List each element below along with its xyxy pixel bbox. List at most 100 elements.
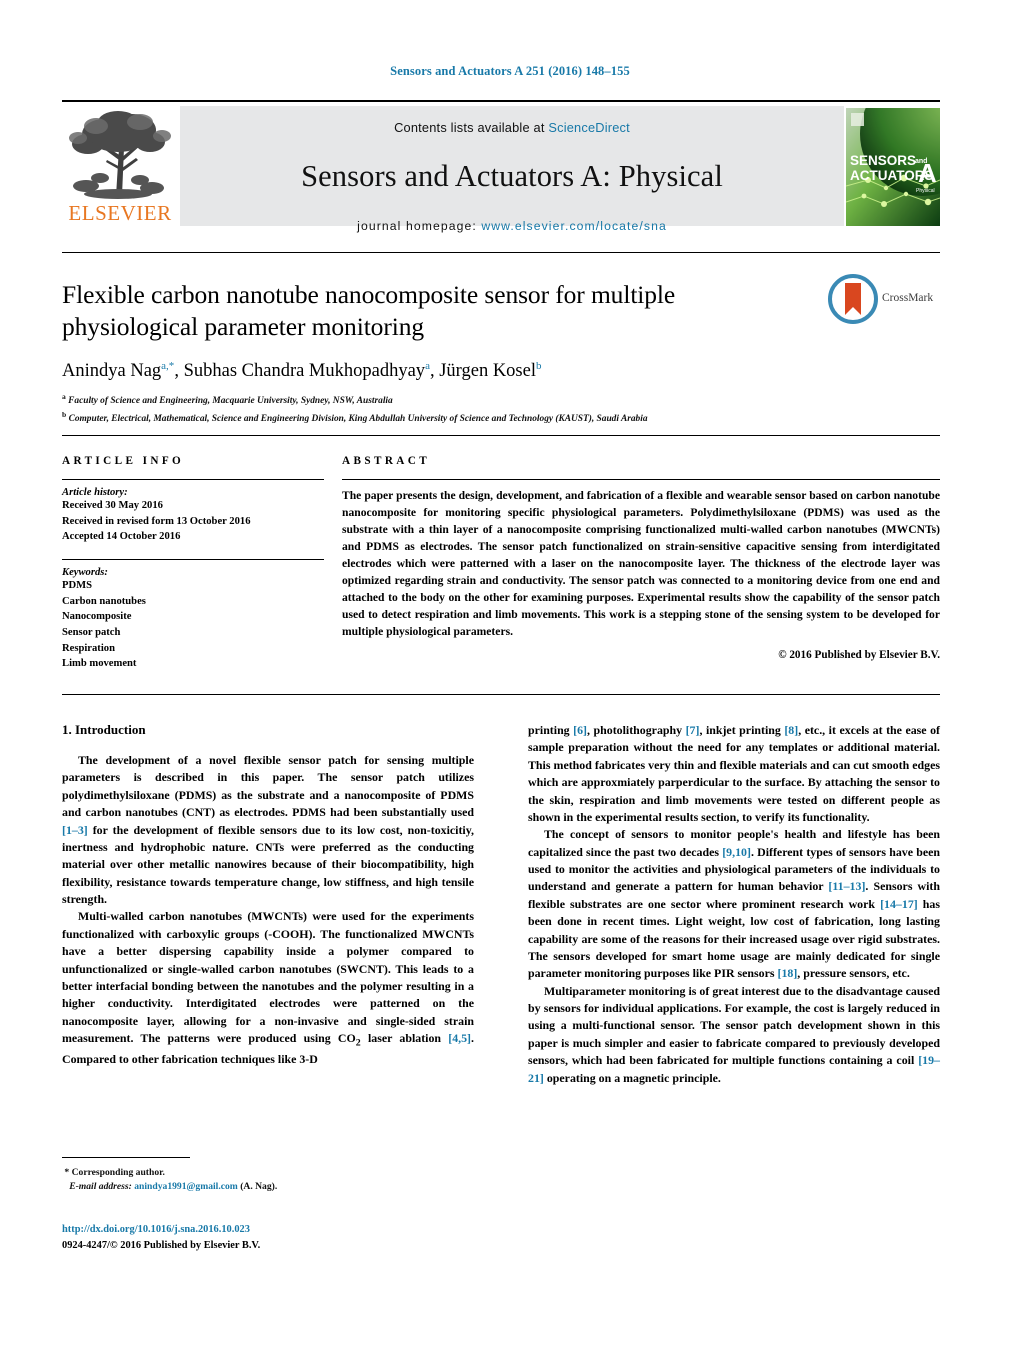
text-run: laser ablation [360, 1031, 449, 1045]
body-column-left: 1. Introduction The development of a nov… [62, 722, 474, 1087]
info-abstract-block: ARTICLE INFO Article history: Received 3… [62, 435, 940, 672]
text-run: Multi-walled carbon nanotubes (MWCNTs) w… [62, 909, 474, 1045]
affiliation-mark: a [62, 392, 66, 402]
history-item: Received in revised form 13 October 2016 [62, 515, 251, 527]
author-item: Subhas Chandra Mukhopadhyaya [183, 360, 430, 382]
citation-link[interactable]: [8] [784, 723, 798, 737]
elsevier-wordmark: ELSEVIER [68, 201, 172, 225]
text-run: , pressure sensors, etc. [797, 966, 910, 981]
citation-link[interactable]: [7] [686, 723, 700, 737]
body-column-right: printing [6], photolithography [7], inkj… [528, 722, 940, 1087]
issn-copyright-line: 0924-4247/© 2016 Published by Elsevier B… [62, 1239, 261, 1251]
cover-letter: A [918, 158, 937, 188]
citation-link[interactable]: [11–13] [828, 879, 865, 893]
elsevier-tree-icon [69, 111, 171, 199]
body-columns: 1. Introduction The development of a nov… [62, 722, 940, 1087]
footnote-rule [62, 1157, 190, 1158]
crossmark-icon [828, 274, 878, 324]
abstract-column: ABSTRACT The paper presents the design, … [342, 455, 940, 672]
keyword-item: Sensor patch [62, 627, 121, 639]
affiliation-text: Computer, Electrical, Mathematical, Scie… [68, 414, 648, 425]
paragraph: The concept of sensors to monitor people… [528, 826, 940, 982]
email-suffix: (A. Nag). [240, 1181, 278, 1193]
crossmark-label: CrossMark [882, 292, 934, 304]
title-block: CrossMark Flexible carbon nanotube nanoc… [62, 252, 940, 427]
journal-cover-cell: SENSORS and ACTUATORS A Physical [844, 106, 940, 226]
sciencedirect-link[interactable]: ScienceDirect [548, 120, 630, 135]
journal-cover-art: SENSORS and ACTUATORS A Physical [846, 108, 940, 226]
citation-link[interactable]: [18] [777, 966, 797, 980]
homepage-url-link[interactable]: www.elsevier.com/locate/sna [481, 219, 667, 233]
corresponding-author-line: * Corresponding author. [62, 1166, 474, 1180]
paragraph: printing [6], photolithography [7], inkj… [528, 722, 940, 826]
keyword-item: PDMS [62, 580, 93, 592]
journal-title: Sensors and Actuators A: Physical [301, 159, 723, 193]
page-title: Flexible carbon nanotube nanocomposite s… [62, 280, 676, 342]
cover-sub: Physical [916, 188, 935, 194]
footnote-block: * Corresponding author. E-mail address: … [62, 1157, 474, 1195]
author-sep: , [429, 361, 440, 382]
author-item: Jürgen Koselb [439, 360, 542, 381]
running-head: Sensors and Actuators A 251 (2016) 148–1… [390, 64, 630, 78]
email-link[interactable]: anindya1991@gmail.com [134, 1181, 238, 1192]
history-title: Article history: [62, 487, 128, 498]
contents-line: Contents lists available at ScienceDirec… [394, 120, 630, 135]
doi-block: http://dx.doi.org/10.1016/j.sna.2016.10.… [62, 1222, 482, 1253]
affiliation-text: Faculty of Science and Engineering, Macq… [68, 396, 393, 407]
section-title-introduction: 1. Introduction [62, 722, 474, 738]
text-run: Multiparameter monitoring is of great in… [528, 983, 940, 1068]
abstract-rule [342, 479, 940, 480]
article-info-heading: ARTICLE INFO [62, 455, 185, 467]
affiliation-mark: b [62, 410, 67, 420]
citation-link[interactable]: [4,5] [448, 1031, 471, 1045]
corresponding-label: Corresponding author. [71, 1167, 165, 1178]
article-page: Sensors and Actuators A 251 (2016) 148–1… [0, 0, 1020, 1351]
contents-prefix: Contents lists available at [394, 120, 549, 135]
history-item: Received 30 May 2016 [62, 500, 163, 511]
elsevier-logo: ELSEVIER [62, 106, 180, 226]
column-gap [324, 455, 342, 672]
text-run: operating on a magnetic principle. [543, 1070, 721, 1085]
email-line: E-mail address: anindya1991@gmail.com (A… [62, 1180, 474, 1194]
doi-link[interactable]: http://dx.doi.org/10.1016/j.sna.2016.10.… [62, 1222, 482, 1238]
keyword-item: Respiration [62, 642, 115, 654]
citation-link[interactable]: [14–17] [880, 897, 918, 911]
keyword-item: Nanocomposite [62, 611, 132, 623]
abstract-copyright: © 2016 Published by Elsevier B.V. [778, 649, 940, 662]
citation-link[interactable]: [9,10] [722, 845, 751, 859]
text-run: , etc., it excels at the ease of sample … [528, 723, 940, 824]
author-name: Subhas Chandra Mukhopadhyay [183, 361, 426, 382]
author-item: Anindya Naga,* [62, 360, 175, 382]
body-rule [62, 694, 940, 695]
citation-link[interactable]: [1–3] [62, 823, 88, 837]
affiliation-item: a Faculty of Science and Engineering, Ma… [62, 391, 940, 409]
author-sep: , [174, 361, 184, 382]
text-run: for the development of flexible sensors … [62, 822, 474, 907]
cover-line1: SENSORS [850, 153, 916, 168]
author-marks: b [535, 360, 542, 373]
article-info-column: ARTICLE INFO Article history: Received 3… [62, 455, 324, 672]
body-gutter [474, 722, 528, 1087]
text-run: printing [528, 723, 574, 737]
homepage-prefix: journal homepage: [357, 219, 482, 233]
banner-center: Contents lists available at ScienceDirec… [180, 106, 844, 233]
info-rule [62, 479, 324, 480]
author-name: Anindya Nag [62, 361, 162, 382]
affiliation-item: b Computer, Electrical, Mathematical, Sc… [62, 409, 940, 427]
keywords-block: Keywords: PDMS Carbon nanotubes Nanocomp… [62, 559, 324, 672]
text-run: , inkjet printing [699, 723, 785, 737]
keyword-item: Carbon nanotubes [62, 595, 146, 607]
author-marks: a,* [161, 360, 175, 373]
crossmark-badge[interactable]: CrossMark [828, 274, 940, 328]
keyword-item: Limb movement [62, 658, 137, 670]
citation-link[interactable]: [6] [573, 723, 587, 737]
paragraph: Multi-walled carbon nanotubes (MWCNTs) w… [62, 908, 474, 1068]
affiliation-list: a Faculty of Science and Engineering, Ma… [62, 391, 940, 427]
abstract-heading: ABSTRACT [342, 455, 431, 467]
keywords-rule [62, 559, 324, 561]
text-run: , photolithography [587, 723, 686, 737]
title-rule [62, 252, 940, 253]
paragraph: Multiparameter monitoring is of great in… [528, 983, 940, 1087]
text-run: The development of a novel flexible sens… [62, 753, 474, 820]
journal-cover-thumbnail: SENSORS and ACTUATORS A Physical [846, 108, 940, 226]
